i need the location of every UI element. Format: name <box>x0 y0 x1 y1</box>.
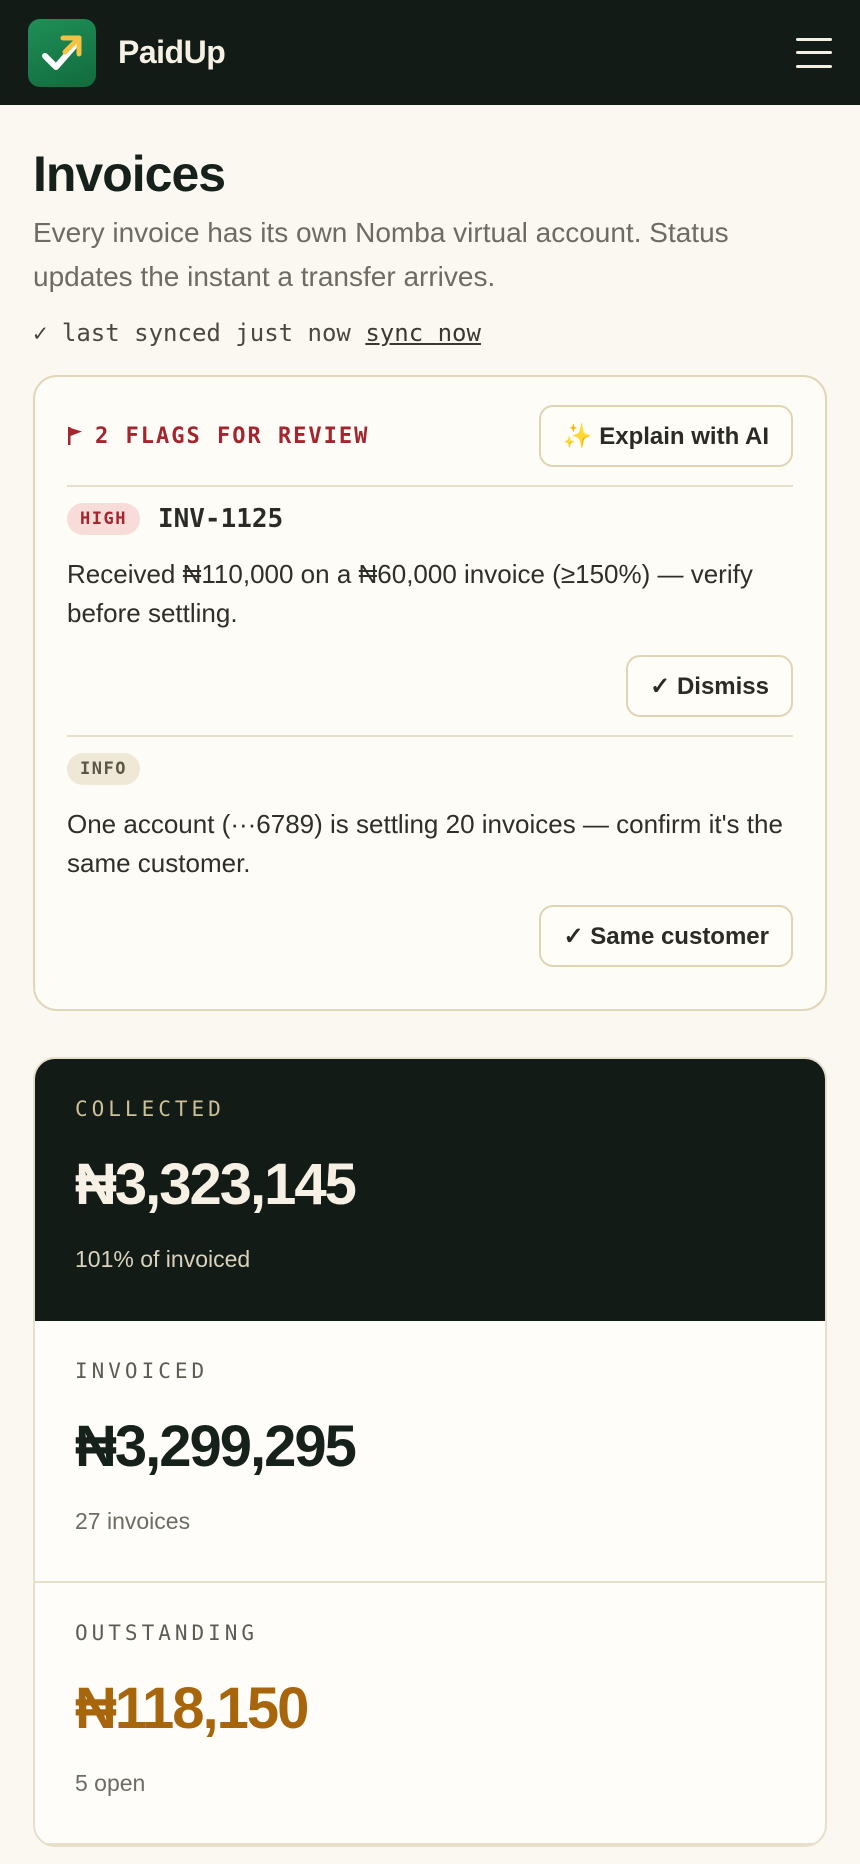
severity-badge-high: HIGH <box>67 503 140 535</box>
stat-value: ₦3,299,295 <box>75 1414 357 1479</box>
page-title: Invoices <box>33 146 226 202</box>
stat-collected: COLLECTED ₦3,323,145 101% of invoiced <box>35 1059 825 1321</box>
stat-note: 27 invoices <box>75 1508 191 1534</box>
stat-note: 101% of invoiced <box>75 1246 251 1272</box>
stat-label: OUTSTANDING <box>75 1621 259 1645</box>
top-bar: PaidUp <box>0 0 860 105</box>
flag-message: Received ₦110,000 on a ₦60,000 invoice (… <box>67 559 753 628</box>
sync-status-text: ✓ last synced just now <box>33 319 351 347</box>
severity-badge-info: INFO <box>67 753 140 785</box>
stat-outstanding: OUTSTANDING ₦118,150 5 open <box>35 1583 825 1845</box>
flags-review-card: 2 FLAGS FOR REVIEW ✨ Explain with AI HIG… <box>33 375 827 1011</box>
stat-value: ₦3,323,145 <box>75 1152 357 1217</box>
flag-message: One account (···6789) is settling 20 inv… <box>67 809 783 878</box>
page-subtitle: Every invoice has its own Nomba virtual … <box>33 217 729 292</box>
same-customer-button[interactable]: ✓ Same customer <box>539 905 793 967</box>
sync-now-link[interactable]: sync now <box>365 319 481 347</box>
divider <box>67 485 793 487</box>
stat-label: INVOICED <box>75 1359 209 1383</box>
stat-label: COLLECTED <box>75 1097 225 1121</box>
dismiss-button[interactable]: ✓ Dismiss <box>626 655 793 717</box>
main-content: Invoices Every invoice has its own Nomba… <box>0 145 860 1847</box>
divider <box>67 735 793 737</box>
flags-header: 2 FLAGS FOR REVIEW ✨ Explain with AI <box>67 405 793 467</box>
flag-item-info: INFO One account (···6789) is settling 2… <box>67 751 793 967</box>
chart-check-logo-icon[interactable] <box>28 18 96 87</box>
flag-item-high: HIGH INV-1125 Received ₦110,000 on a ₦60… <box>67 501 793 717</box>
hamburger-menu-icon[interactable] <box>796 37 832 68</box>
stat-note: 5 open <box>75 1770 146 1796</box>
explain-with-ai-button[interactable]: ✨ Explain with AI <box>538 405 793 467</box>
sync-status: ✓ last synced just now sync now <box>33 319 827 347</box>
summary-stats: COLLECTED ₦3,323,145 101% of invoiced IN… <box>33 1057 827 1847</box>
brand-name[interactable]: PaidUp <box>118 34 226 71</box>
flags-title: 2 FLAGS FOR REVIEW <box>67 424 369 449</box>
stat-invoiced: INVOICED ₦3,299,295 27 invoices <box>35 1321 825 1583</box>
flag-icon <box>68 427 82 445</box>
flags-title-label: 2 FLAGS FOR REVIEW <box>95 423 370 449</box>
invoice-id[interactable]: INV-1125 <box>158 504 283 534</box>
stat-value: ₦118,150 <box>75 1676 309 1741</box>
